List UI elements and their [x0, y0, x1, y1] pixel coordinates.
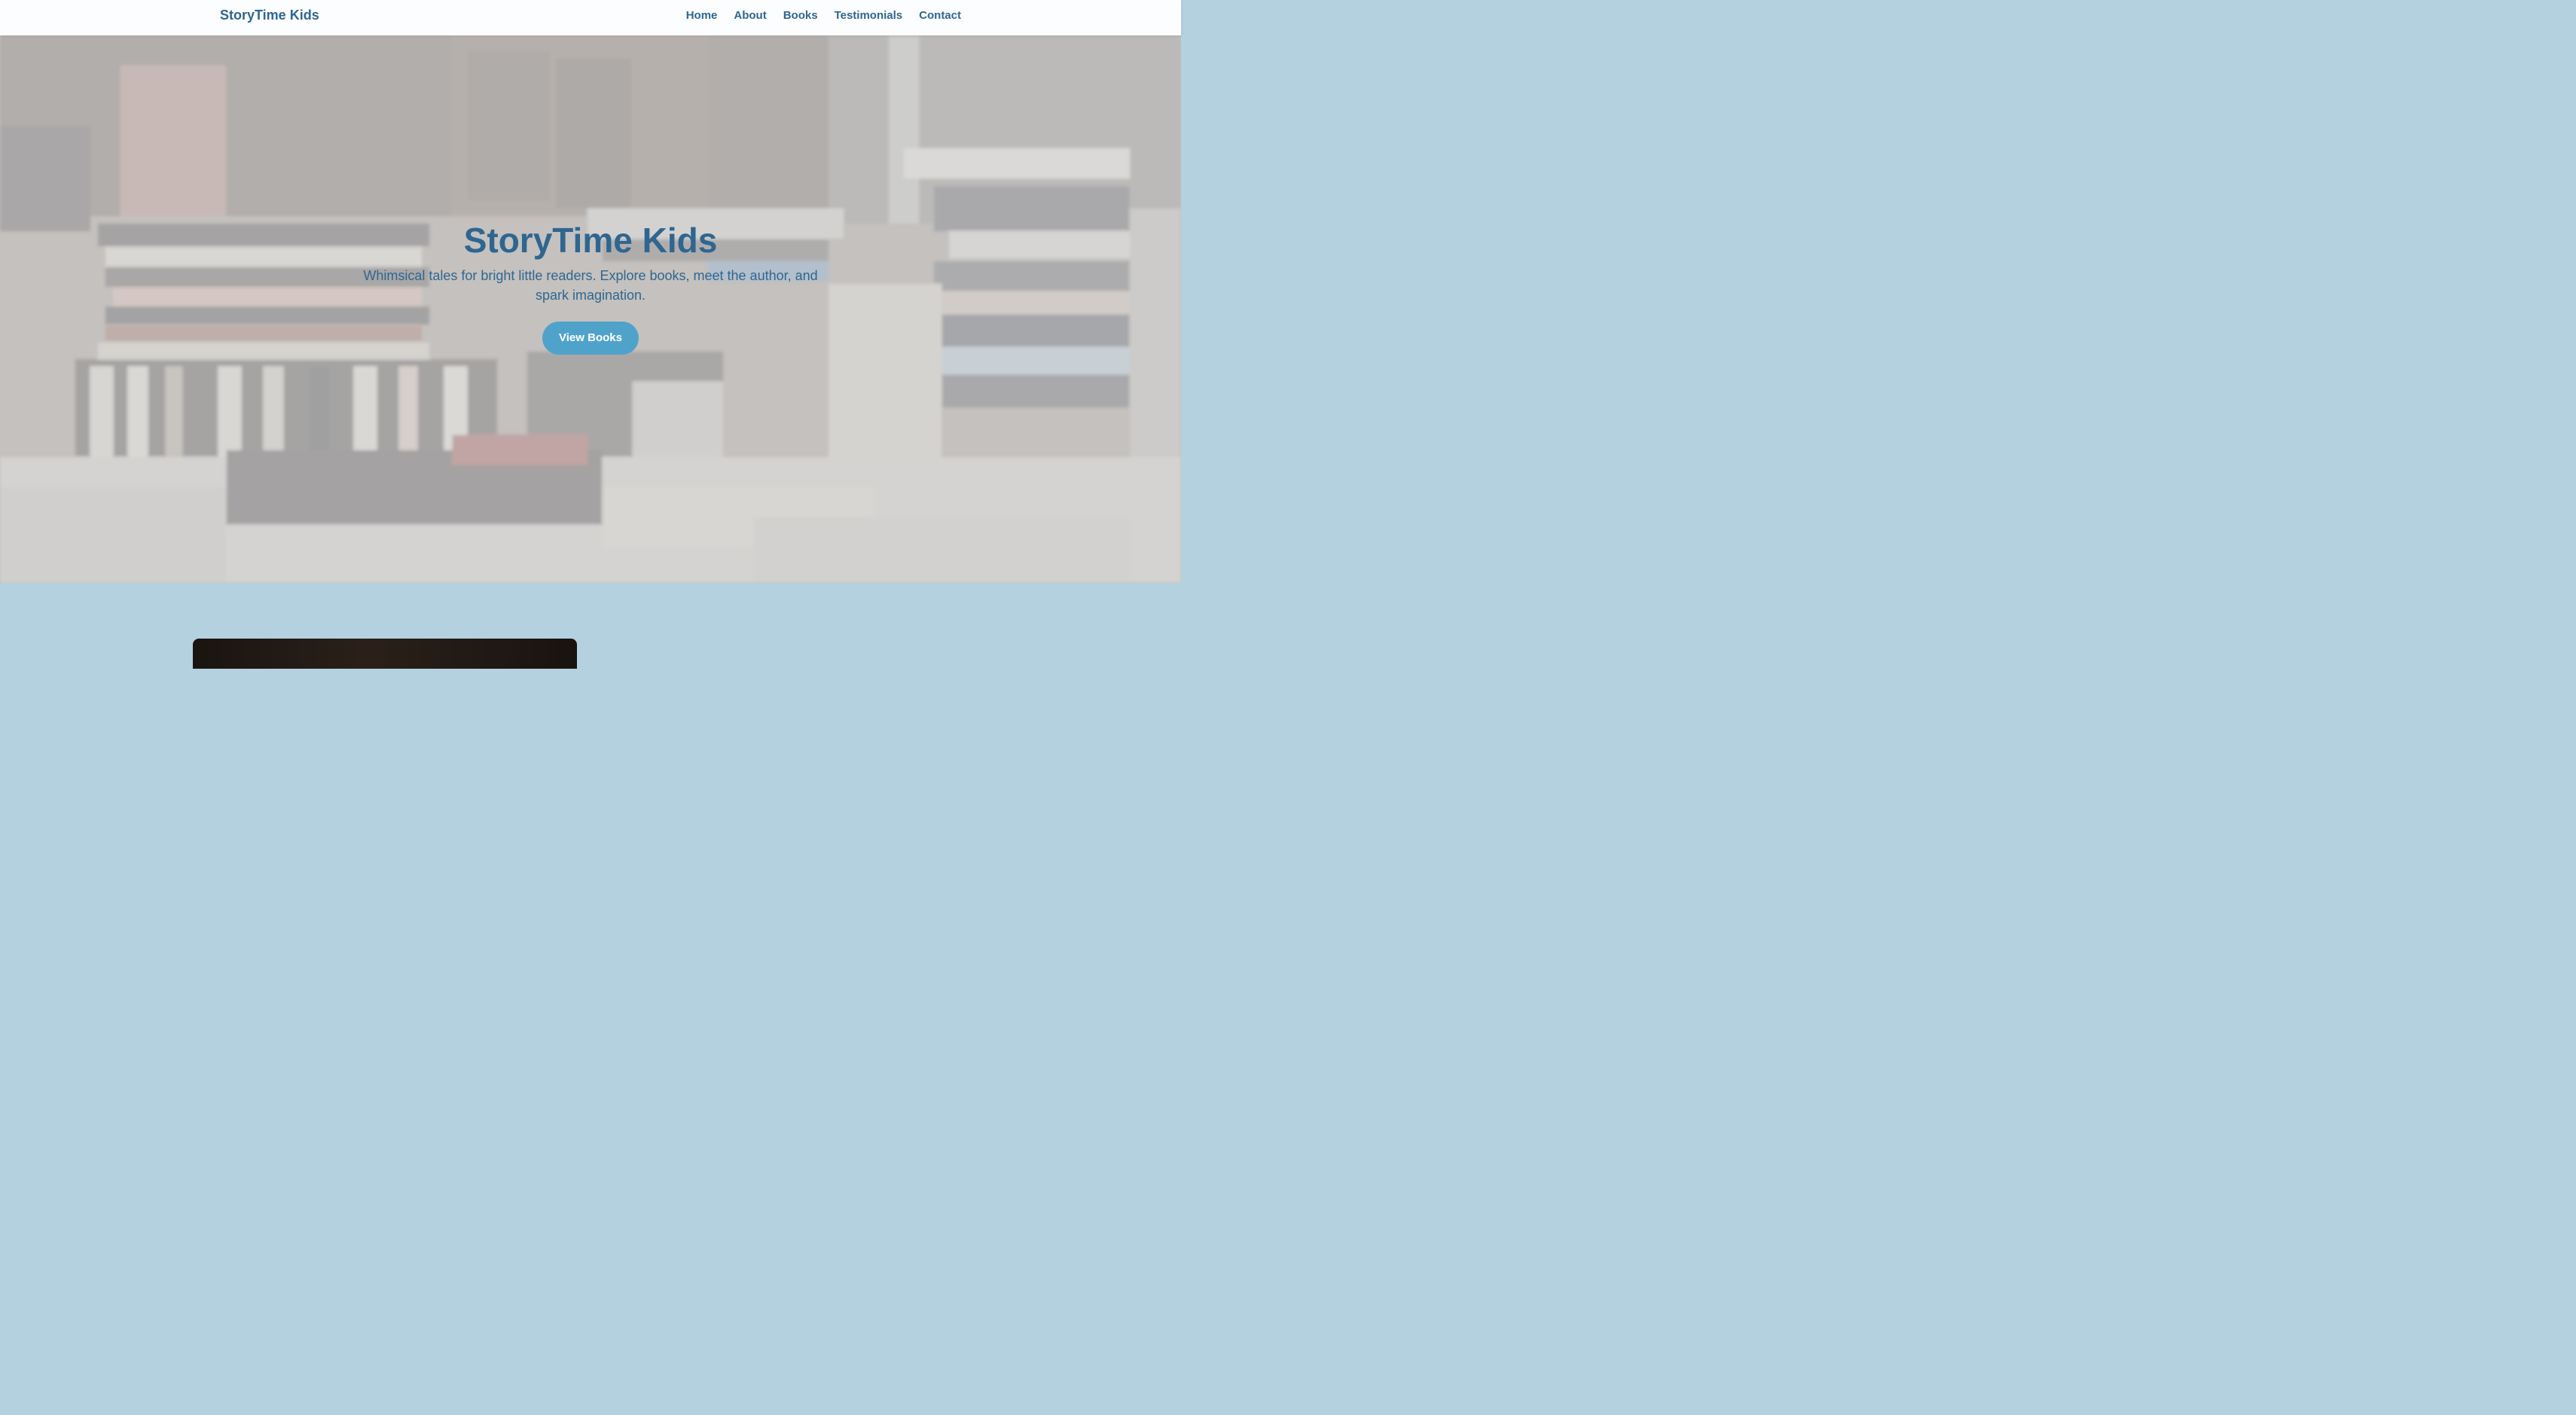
- nav-link-testimonials[interactable]: Testimonials: [835, 9, 903, 22]
- author-photo: [193, 639, 577, 669]
- nav-link-books[interactable]: Books: [783, 9, 818, 22]
- nav-menu: Home About Books Testimonials Contact: [686, 9, 961, 23]
- view-books-button[interactable]: View Books: [542, 322, 639, 355]
- nav-link-contact[interactable]: Contact: [919, 9, 961, 22]
- brand-logo[interactable]: StoryTime Kids: [220, 8, 319, 23]
- hero-content: StoryTime Kids Whimsical tales for brigh…: [0, 221, 1181, 355]
- hero-title: StoryTime Kids: [463, 221, 718, 260]
- nav-link-home[interactable]: Home: [686, 9, 718, 22]
- top-navbar: StoryTime Kids Home About Books Testimon…: [0, 0, 1181, 35]
- about-section: [0, 583, 1181, 669]
- hero-section: StoryTime Kids Whimsical tales for brigh…: [0, 35, 1181, 583]
- hero-subtitle: Whimsical tales for bright little reader…: [363, 268, 818, 303]
- nav-link-about[interactable]: About: [734, 9, 766, 22]
